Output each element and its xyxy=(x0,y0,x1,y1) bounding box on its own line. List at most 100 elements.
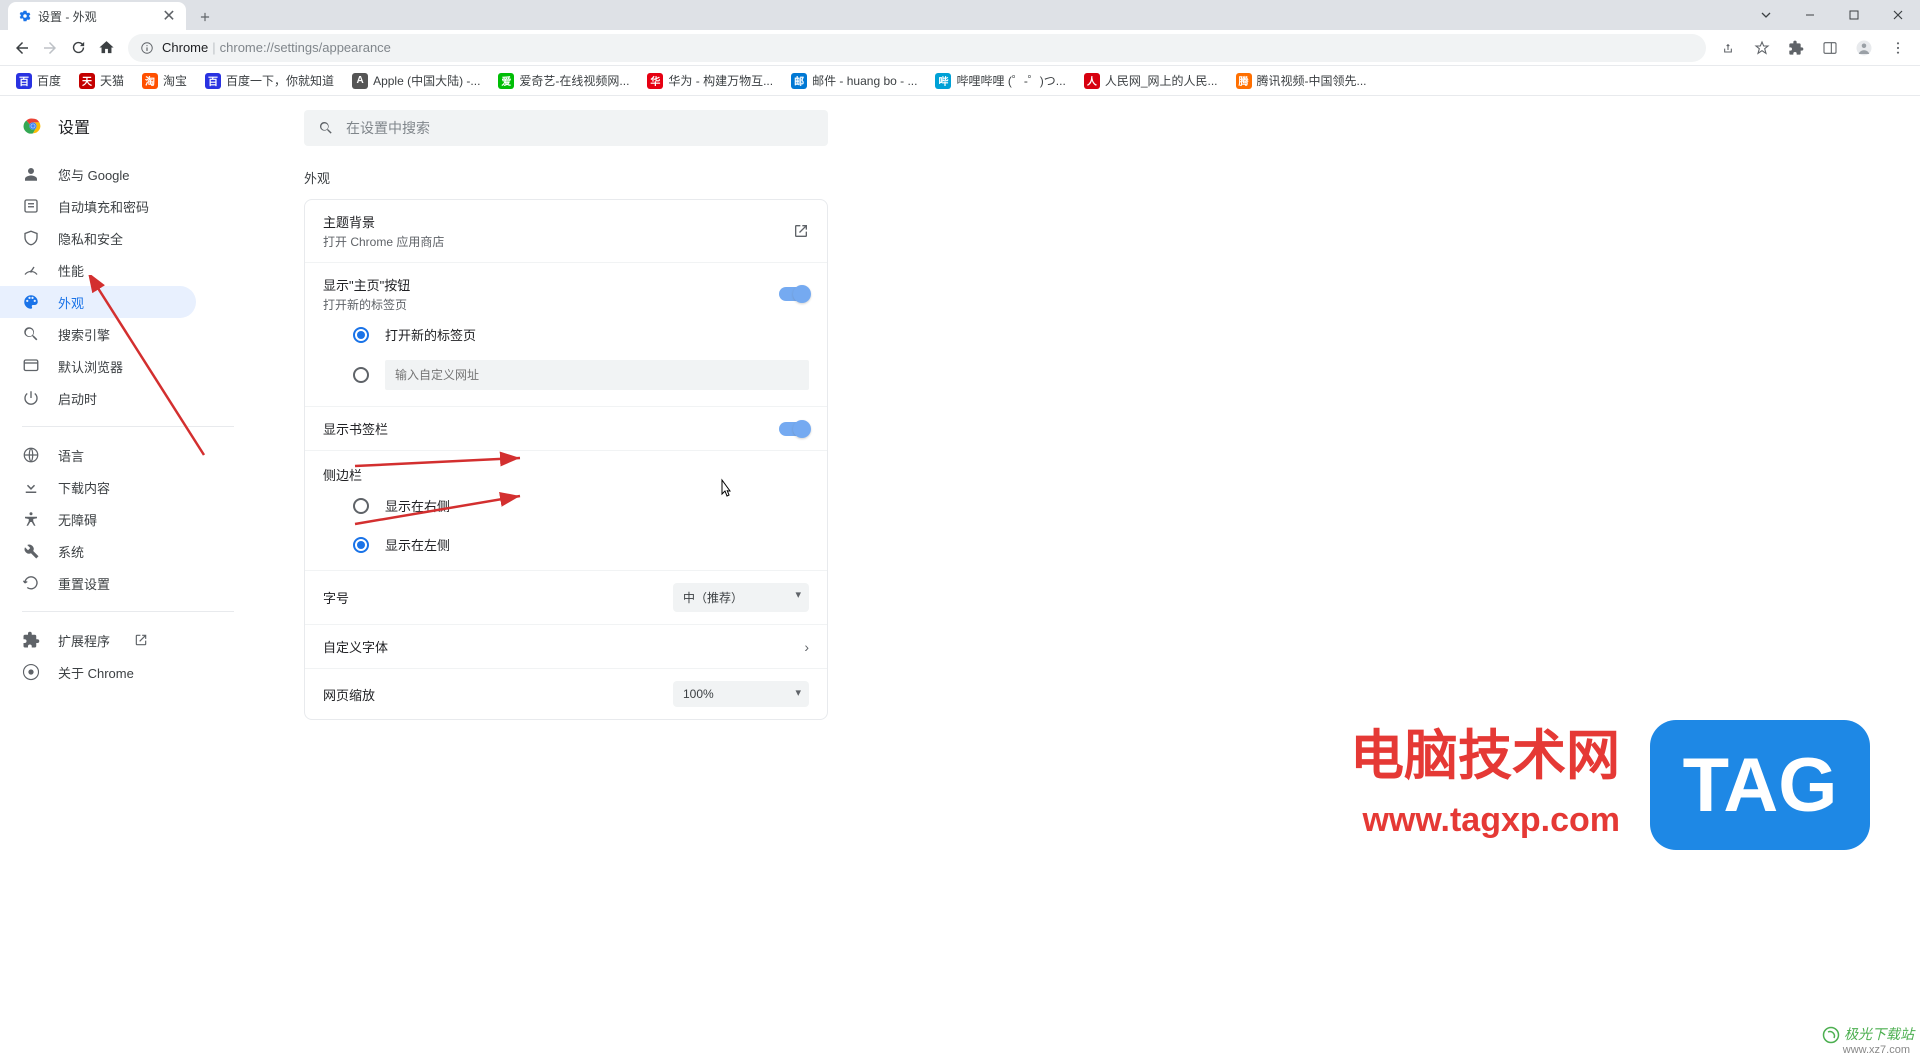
forward-button[interactable] xyxy=(36,34,64,62)
bookmarks-bar-toggle[interactable] xyxy=(779,422,809,436)
radio-checked-icon xyxy=(353,537,369,553)
profile-icon[interactable] xyxy=(1850,34,1878,62)
browser-icon xyxy=(22,357,40,375)
radio-unchecked-icon xyxy=(353,367,369,383)
share-icon[interactable] xyxy=(1714,34,1742,62)
bookmarks-bar-row: 显示书签栏 xyxy=(305,407,827,451)
sidebar-item-chrome[interactable]: 关于 Chrome xyxy=(0,656,196,688)
home-radio-newtab[interactable]: 打开新的标签页 xyxy=(305,317,827,352)
back-button[interactable] xyxy=(8,34,36,62)
favicon: 华 xyxy=(647,73,663,89)
bookmark-item[interactable]: 邮邮件 - huang bo - ... xyxy=(785,70,923,91)
person-icon xyxy=(22,165,40,183)
page-zoom-select[interactable]: 100% xyxy=(673,681,809,707)
custom-font-row[interactable]: 自定义字体 › xyxy=(305,625,827,669)
sidebar-item-reset[interactable]: 重置设置 xyxy=(0,567,196,599)
tab-close-button[interactable]: ✕ xyxy=(162,9,176,23)
bookmark-item[interactable]: 腾腾讯视频-中国领先... xyxy=(1230,70,1373,91)
home-button-toggle[interactable] xyxy=(779,287,809,301)
window-close[interactable] xyxy=(1876,0,1920,30)
bookmark-item[interactable]: 百百度 xyxy=(10,70,67,91)
window-minimize[interactable] xyxy=(1788,0,1832,30)
external-link-icon xyxy=(134,633,148,647)
menu-icon[interactable] xyxy=(1884,34,1912,62)
bookmarks-bar: 百百度天天猫淘淘宝百百度一下，你就知道 AApple (中国大陆) -... 爱爱奇… xyxy=(0,66,1920,96)
home-button-title: 显示"主页"按钮 xyxy=(323,275,410,294)
bookmark-item[interactable]: 哔哔哩哔哩 (゜-゜)つ... xyxy=(929,70,1071,91)
custom-url-input[interactable] xyxy=(385,360,809,390)
a11y-icon xyxy=(22,510,40,528)
sidebar-item-power[interactable]: 启动时 xyxy=(0,382,196,414)
home-button[interactable] xyxy=(92,34,120,62)
sidebar-item-search[interactable]: 搜索引擎 xyxy=(0,318,196,350)
sidebar-item-ext[interactable]: 扩展程序 xyxy=(0,624,196,656)
page-zoom-row: 网页缩放 100% xyxy=(305,669,827,719)
sidebar-item-globe[interactable]: 语言 xyxy=(0,439,196,471)
bookmark-item[interactable]: 天天猫 xyxy=(73,70,130,91)
browser-toolbar: Chrome | chrome://settings/appearance xyxy=(0,30,1920,66)
font-size-select[interactable]: 中（推荐） xyxy=(673,583,809,612)
palette-icon xyxy=(22,293,40,311)
corner-watermark: 极光下载站 xyxy=(1822,1024,1914,1044)
bookmark-item[interactable]: 人人民网_网上的人民... xyxy=(1078,70,1224,91)
address-bar[interactable]: Chrome | chrome://settings/appearance xyxy=(128,34,1706,62)
window-dropdown[interactable] xyxy=(1744,0,1788,30)
reset-icon xyxy=(22,574,40,592)
search-icon xyxy=(22,325,40,343)
favicon: 百 xyxy=(16,73,32,89)
reload-button[interactable] xyxy=(64,34,92,62)
bookmarks-bar-label: 显示书签栏 xyxy=(323,419,388,438)
home-button-row: 显示"主页"按钮 打开新的标签页 xyxy=(305,263,827,317)
sidepanel-radio-right[interactable]: 显示在右侧 xyxy=(305,486,827,525)
favicon: 人 xyxy=(1084,73,1100,89)
home-radio-custom[interactable] xyxy=(305,352,827,398)
bookmark-star-icon[interactable] xyxy=(1748,34,1776,62)
sidebar-item-person[interactable]: 您与 Google xyxy=(0,158,196,190)
extensions-icon[interactable] xyxy=(1782,34,1810,62)
search-icon xyxy=(318,120,334,136)
favicon: 腾 xyxy=(1236,73,1252,89)
chrome-icon xyxy=(22,663,40,681)
external-link-icon xyxy=(793,223,809,239)
sidepanel-icon[interactable] xyxy=(1816,34,1844,62)
window-controls xyxy=(1744,0,1920,30)
sidebar-item-speed[interactable]: 性能 xyxy=(0,254,196,286)
sidepanel-radio-left[interactable]: 显示在左侧 xyxy=(305,525,827,564)
favicon: 爱 xyxy=(498,73,514,89)
sidebar-item-download[interactable]: 下载内容 xyxy=(0,471,196,503)
font-size-row: 字号 中（推荐） xyxy=(305,571,827,625)
new-tab-button[interactable] xyxy=(192,4,218,30)
site-info-icon[interactable] xyxy=(140,41,154,55)
sidebar-item-palette[interactable]: 外观 xyxy=(0,286,196,318)
settings-main: 在设置中搜索 外观 主题背景 打开 Chrome 应用商店 显示"主页"按钮 打… xyxy=(256,96,1920,1050)
radio-unchecked-icon xyxy=(353,498,369,514)
window-titlebar: 设置 - 外观 ✕ xyxy=(0,0,1920,30)
window-maximize[interactable] xyxy=(1832,0,1876,30)
home-button-sub: 打开新的标签页 xyxy=(323,296,410,313)
sidebar-item-a11y[interactable]: 无障碍 xyxy=(0,503,196,535)
bookmark-item[interactable]: 淘淘宝 xyxy=(136,70,193,91)
sidebar-item-autofill[interactable]: 自动填充和密码 xyxy=(0,190,196,222)
section-title: 外观 xyxy=(304,168,1880,187)
power-icon xyxy=(22,389,40,407)
favicon: 天 xyxy=(79,73,95,89)
globe-icon xyxy=(22,446,40,464)
favicon: A xyxy=(352,73,368,89)
bookmark-item[interactable]: 华华为 - 构建万物互... xyxy=(641,70,779,91)
url-origin: Chrome xyxy=(162,40,208,55)
sidebar-item-browser[interactable]: 默认浏览器 xyxy=(0,350,196,382)
bookmark-item[interactable]: 百百度一下，你就知道 xyxy=(199,70,340,91)
browser-tab[interactable]: 设置 - 外观 ✕ xyxy=(8,2,186,30)
wrench-icon xyxy=(22,542,40,560)
theme-row[interactable]: 主题背景 打开 Chrome 应用商店 xyxy=(305,200,827,263)
download-icon xyxy=(22,478,40,496)
settings-search-input[interactable]: 在设置中搜索 xyxy=(304,110,828,146)
bookmark-item[interactable]: AApple (中国大陆) -... xyxy=(346,70,486,91)
sidebar-item-wrench[interactable]: 系统 xyxy=(0,535,196,567)
watermark-url: www.tagxp.com xyxy=(1362,801,1620,840)
theme-subtitle: 打开 Chrome 应用商店 xyxy=(323,233,444,250)
favicon: 淘 xyxy=(142,73,158,89)
bookmark-item[interactable]: 爱爱奇艺-在线视频网... xyxy=(492,70,635,91)
sidebar-item-shield[interactable]: 隐私和安全 xyxy=(0,222,196,254)
appearance-card: 主题背景 打开 Chrome 应用商店 显示"主页"按钮 打开新的标签页 打开新… xyxy=(304,199,828,720)
